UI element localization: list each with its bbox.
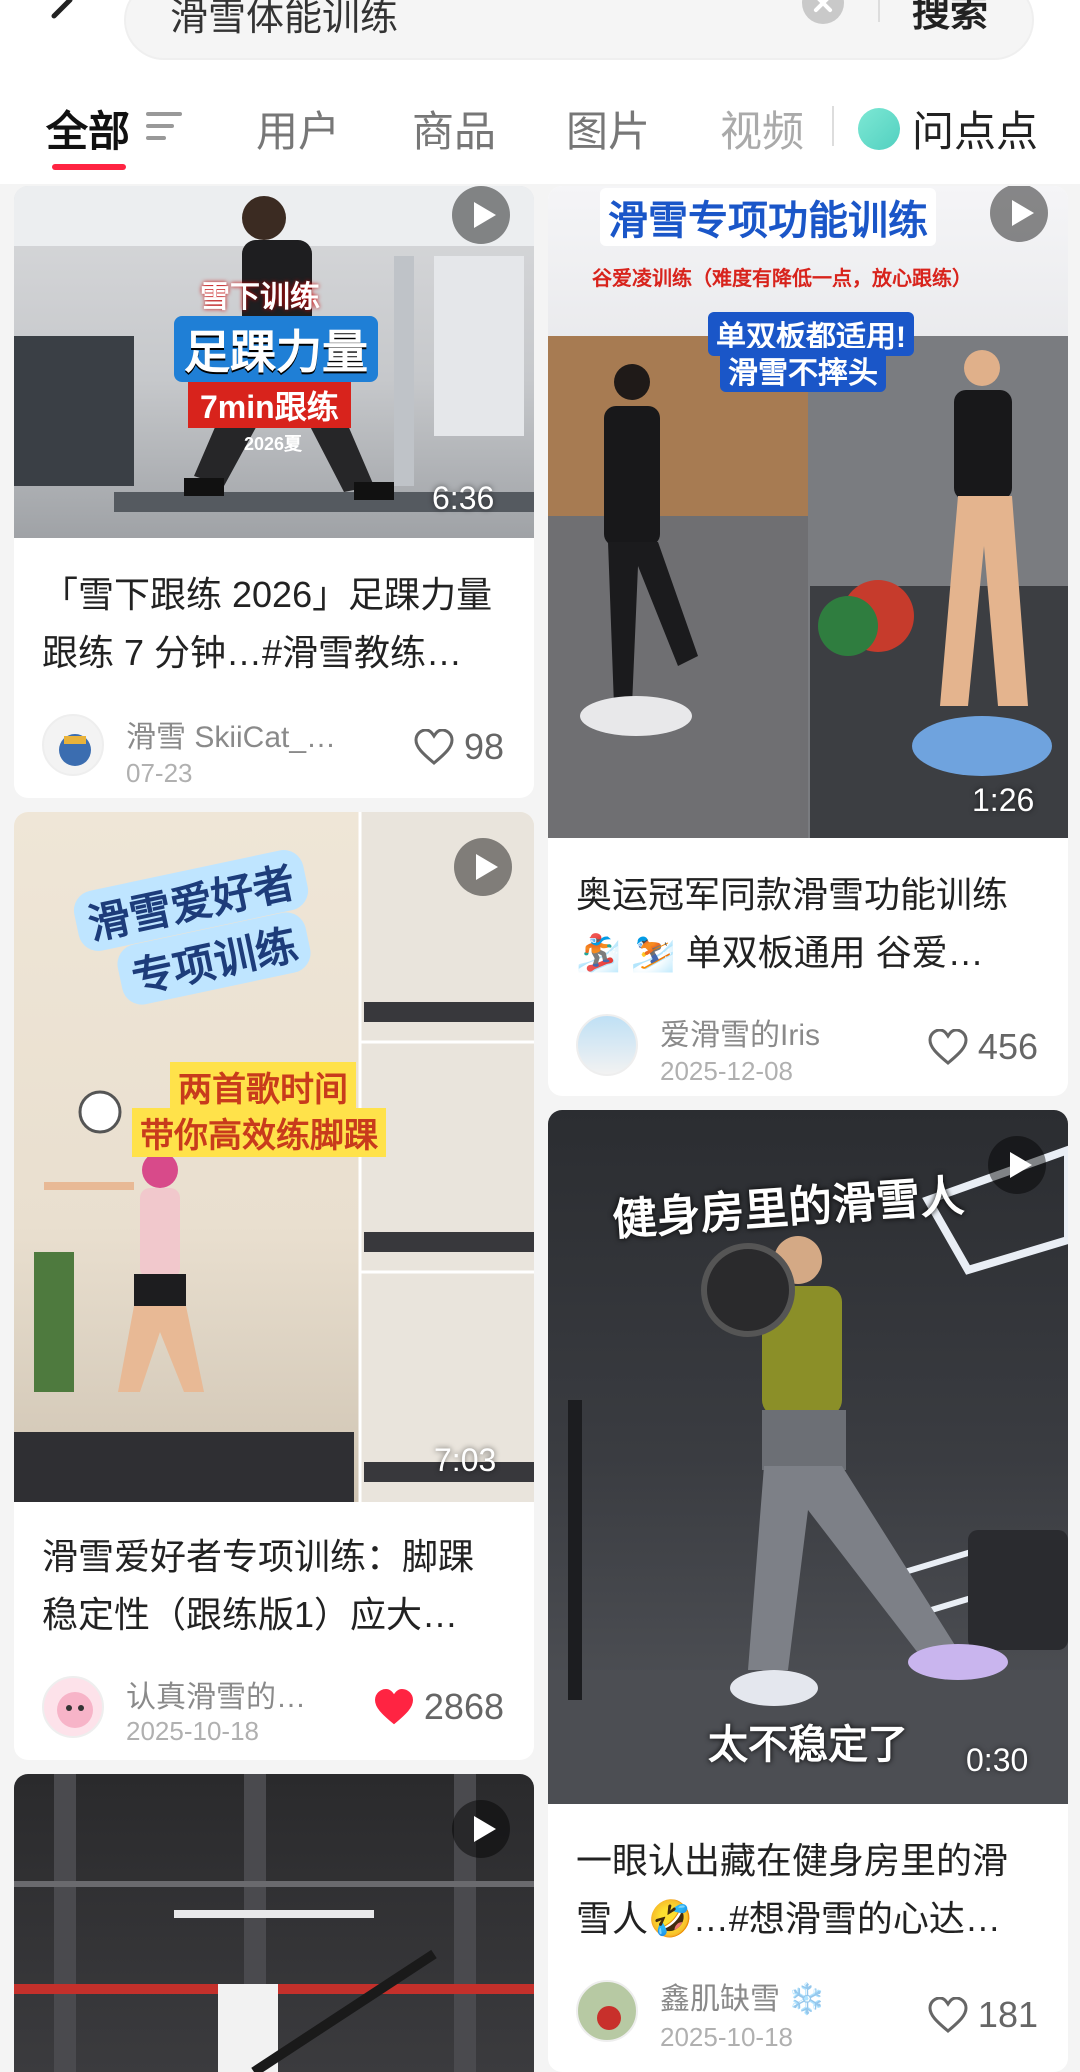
play-icon[interactable] <box>988 1136 1046 1194</box>
note-title-line: 一眼认出藏在健身房里的滑 <box>576 1840 1009 1881</box>
tab-users[interactable]: 用户 <box>256 98 340 159</box>
video-thumbnail[interactable]: 滑雪专项功能训练 谷爱凌训练（难度有降低一点，放心跟练） 单双板都适用! 滑雪不… <box>548 186 1068 838</box>
video-thumbnail[interactable]: 健身房里的滑雪人 太不稳定了 0:30 <box>548 1110 1068 1804</box>
note-card[interactable]: 健身房里的滑雪人 太不稳定了 0:30 一眼认出藏在健身房里的滑 雪人🤣…#想滑… <box>548 1110 1068 2072</box>
clear-icon[interactable] <box>802 0 844 24</box>
tab-products[interactable]: 商品 <box>412 98 496 159</box>
author-name[interactable]: 爱滑雪的Iris <box>660 1010 820 1054</box>
note-title[interactable]: 「雪下跟练 2026」足踝力量 跟练 7 分钟…#滑雪教练… <box>42 566 522 682</box>
play-icon[interactable] <box>454 838 512 896</box>
avatar[interactable] <box>42 1676 104 1738</box>
search-input[interactable]: 滑雪体能训练 搜索 <box>124 0 1034 60</box>
video-thumbnail[interactable]: 滑雪爱好者 专项训练 两首歌时间 带你高效练脚踝 7:03 <box>14 812 534 1502</box>
search-query[interactable]: 滑雪体能训练 <box>170 0 398 41</box>
note-title-line: 「雪下跟练 2026」足踝力量 <box>42 574 493 615</box>
like-button[interactable]: 2868 <box>374 1686 504 1728</box>
overlay-text: 带你高效练脚踝 <box>132 1108 386 1157</box>
overlay-text: 滑雪不摔头 <box>720 348 886 392</box>
heart-icon <box>928 1997 968 2033</box>
note-card[interactable]: 雪下训练 足踝力量 7min跟练 2026夏 6:36 「雪下跟练 2026」足… <box>14 186 534 798</box>
post-date: 2025-12-08 <box>660 1056 793 1086</box>
like-button[interactable]: 456 <box>928 1026 1038 1068</box>
video-duration: 6:36 <box>432 480 495 516</box>
tab-all[interactable]: 全部 <box>46 98 130 159</box>
tab-qa[interactable]: 问点点 <box>912 98 1038 159</box>
heart-icon <box>374 1689 413 1725</box>
heart-icon <box>414 729 454 765</box>
image-thumbnail[interactable] <box>14 1774 534 2072</box>
overlay-text: 太不稳定了 <box>708 1723 908 1767</box>
like-button[interactable]: 98 <box>414 726 504 768</box>
back-arrow-icon[interactable] <box>44 0 84 36</box>
video-duration: 0:30 <box>966 1742 1029 1778</box>
active-tab-indicator <box>52 164 126 170</box>
overlay-text: 雪下训练 <box>200 281 320 314</box>
search-button[interactable]: 搜索 <box>912 0 988 37</box>
like-count: 2868 <box>423 1686 504 1727</box>
ai-assistant-icon[interactable] <box>858 108 900 150</box>
like-button[interactable]: 181 <box>928 1994 1038 2036</box>
note-title-line: 🏂 ⛷️ 单双板通用 谷爱… <box>576 932 984 973</box>
tab-images[interactable]: 图片 <box>566 98 650 159</box>
overlay-text: 谷爱凌训练（难度有降低一点，放心跟练） <box>592 268 972 290</box>
note-title-line: 滑雪爱好者专项训练：脚踝 <box>42 1536 475 1577</box>
search-divider <box>878 0 880 22</box>
like-count: 98 <box>463 726 504 767</box>
note-title[interactable]: 奥运冠军同款滑雪功能训练 🏂 ⛷️ 单双板通用 谷爱… <box>576 866 1056 982</box>
tab-bar: 全部 用户 商品 图片 视频 问点点 <box>0 98 1080 170</box>
play-icon[interactable] <box>990 186 1048 242</box>
heart-icon <box>928 1029 968 1065</box>
author-name[interactable]: 认真滑雪的… <box>126 1672 306 1716</box>
note-card[interactable]: 滑雪爱好者 专项训练 两首歌时间 带你高效练脚踝 7:03 滑雪爱好者专项训练：… <box>14 812 534 1760</box>
video-thumbnail[interactable]: 雪下训练 足踝力量 7min跟练 2026夏 6:36 <box>14 186 534 538</box>
like-count: 456 <box>977 1026 1038 1067</box>
filter-icon[interactable] <box>146 112 186 142</box>
note-card[interactable] <box>14 1774 534 2072</box>
like-count: 181 <box>977 1994 1038 2035</box>
note-title[interactable]: 滑雪爱好者专项训练：脚踝 稳定性（跟练版1）应大… <box>42 1528 522 1644</box>
post-date: 2025-10-18 <box>126 1716 259 1746</box>
note-card[interactable]: 滑雪专项功能训练 谷爱凌训练（难度有降低一点，放心跟练） 单双板都适用! 滑雪不… <box>548 186 1068 1096</box>
overlay-text: 足踝力量 <box>174 316 378 382</box>
overlay-text: 两首歌时间 <box>170 1062 356 1111</box>
tab-divider <box>832 106 834 146</box>
note-title-line: 奥运冠军同款滑雪功能训练 <box>576 874 1009 915</box>
note-title[interactable]: 一眼认出藏在健身房里的滑 雪人🤣…#想滑雪的心达… <box>576 1832 1056 1948</box>
play-icon[interactable] <box>452 1800 510 1858</box>
post-date: 07-23 <box>126 758 193 788</box>
overlay-text: 2026夏 <box>244 434 303 454</box>
video-duration: 1:26 <box>972 782 1035 818</box>
avatar[interactable] <box>576 1014 638 1076</box>
note-title-line: 雪人🤣…#想滑雪的心达… <box>576 1898 1001 1939</box>
author-name[interactable]: 鑫肌缺雪 ❄️ <box>660 1974 826 2018</box>
overlay-text: 滑雪专项功能训练 <box>600 188 936 246</box>
play-icon[interactable] <box>452 186 510 244</box>
avatar[interactable] <box>576 1980 638 2042</box>
author-name[interactable]: 滑雪 SkiiCat_… <box>126 712 336 756</box>
post-date: 2025-10-18 <box>660 2022 793 2052</box>
tab-videos[interactable]: 视频 <box>720 98 804 159</box>
top-bar: 滑雪体能训练 搜索 全部 用户 商品 图片 视频 问点点 <box>0 0 1080 184</box>
video-duration: 7:03 <box>434 1442 497 1478</box>
note-title-line: 跟练 7 分钟…#滑雪教练… <box>42 632 463 673</box>
overlay-text: 7min跟练 <box>188 382 351 428</box>
note-title-line: 稳定性（跟练版1）应大… <box>42 1594 459 1635</box>
avatar[interactable] <box>42 714 104 776</box>
